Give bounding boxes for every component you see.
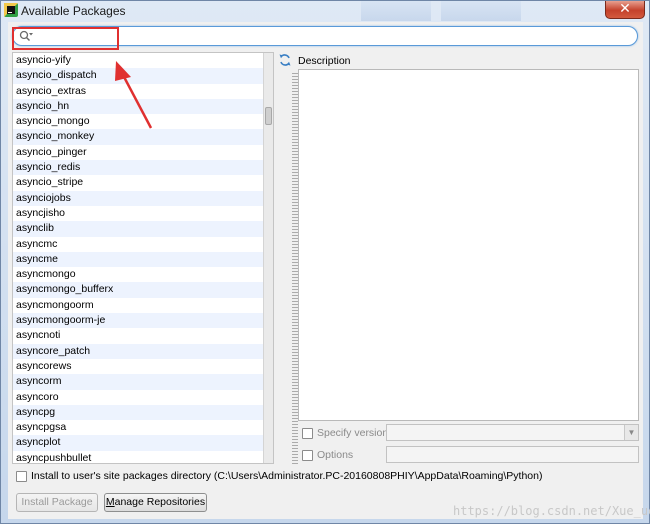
list-item[interactable]: asyncjisho xyxy=(13,206,263,221)
list-item[interactable]: asyncio_hn xyxy=(13,98,263,115)
list-item[interactable]: asyncio_extras xyxy=(13,84,263,99)
window-title: Available Packages xyxy=(21,4,126,18)
watermark-text: https://blog.csdn.net/Xue_ue xyxy=(453,504,650,518)
search-input[interactable] xyxy=(37,29,627,43)
background-window-strip xyxy=(361,1,431,21)
package-list-scrollbar[interactable] xyxy=(263,53,273,463)
list-item[interactable]: asyncmongoorm-je xyxy=(13,313,263,329)
list-item[interactable]: asyncio-yify xyxy=(13,53,263,68)
list-item[interactable]: asynciojobs xyxy=(13,190,263,206)
list-item[interactable]: asyncio_mongo xyxy=(13,114,263,129)
annotation-highlight-box xyxy=(12,27,119,50)
chevron-down-icon[interactable]: ▼ xyxy=(624,425,638,440)
list-item[interactable]: asyncme xyxy=(13,251,263,268)
mnemonic-m: M xyxy=(105,496,115,508)
list-item[interactable]: asyncio_pinger xyxy=(13,145,263,160)
list-item[interactable]: asyncio_stripe xyxy=(13,175,263,190)
refresh-icon[interactable] xyxy=(278,53,292,67)
scrollbar-thumb[interactable] xyxy=(265,107,272,125)
options-checkbox[interactable] xyxy=(302,450,313,461)
manage-rest: anage Repositories xyxy=(114,496,206,508)
description-label: Description xyxy=(298,55,351,67)
list-item[interactable]: asyncmongo_bufferx xyxy=(13,282,263,298)
available-packages-window: Available Packages ✕ asyncio-yify asyncio… xyxy=(0,0,650,524)
list-item[interactable]: asyncpgsa xyxy=(13,420,263,435)
background-window-strip xyxy=(441,1,521,21)
title-bar[interactable]: Available Packages ✕ xyxy=(1,1,649,21)
list-item[interactable]: asyncpg xyxy=(13,404,263,421)
list-item[interactable]: asyncio_monkey xyxy=(13,129,263,145)
list-item[interactable]: asyncorm xyxy=(13,374,263,390)
pycharm-icon xyxy=(4,3,18,17)
list-item[interactable]: asyncmongoorm xyxy=(13,298,263,313)
list-item[interactable]: asynclib xyxy=(13,221,263,237)
description-area xyxy=(298,69,639,421)
list-item[interactable]: asyncpushbullet xyxy=(13,451,263,463)
dialog-client-area: asyncio-yify asyncio_dispatch asyncio_extr… xyxy=(8,22,643,519)
list-item[interactable]: asyncmongo xyxy=(13,267,263,282)
install-user-site-checkbox[interactable] xyxy=(16,471,27,482)
list-item[interactable]: asyncnoti xyxy=(13,328,263,343)
list-item[interactable]: asyncore_patch xyxy=(13,343,263,359)
list-item[interactable]: asyncio_dispatch xyxy=(13,68,263,84)
list-item[interactable]: asyncplot xyxy=(13,435,263,451)
specify-version-label: Specify version xyxy=(317,427,389,439)
list-item[interactable]: asyncorews xyxy=(13,359,263,374)
specify-version-checkbox[interactable] xyxy=(302,428,313,439)
list-item[interactable]: asyncoro xyxy=(13,390,263,405)
list-item[interactable]: asyncio_redis xyxy=(13,160,263,176)
package-list-panel: asyncio-yify asyncio_dispatch asyncio_extr… xyxy=(12,52,274,464)
version-select[interactable]: ▼ xyxy=(386,424,639,441)
install-user-site-label: Install to user's site packages director… xyxy=(31,470,543,482)
list-item[interactable]: asyncmc xyxy=(13,237,263,252)
options-input[interactable] xyxy=(386,446,639,463)
package-list[interactable]: asyncio-yify asyncio_dispatch asyncio_extr… xyxy=(13,53,263,463)
close-button[interactable]: ✕ xyxy=(605,1,645,19)
options-label: Options xyxy=(317,449,354,461)
manage-repositories-button[interactable]: Manage Repositories xyxy=(104,493,207,512)
install-package-button[interactable]: Install Package xyxy=(16,493,98,512)
